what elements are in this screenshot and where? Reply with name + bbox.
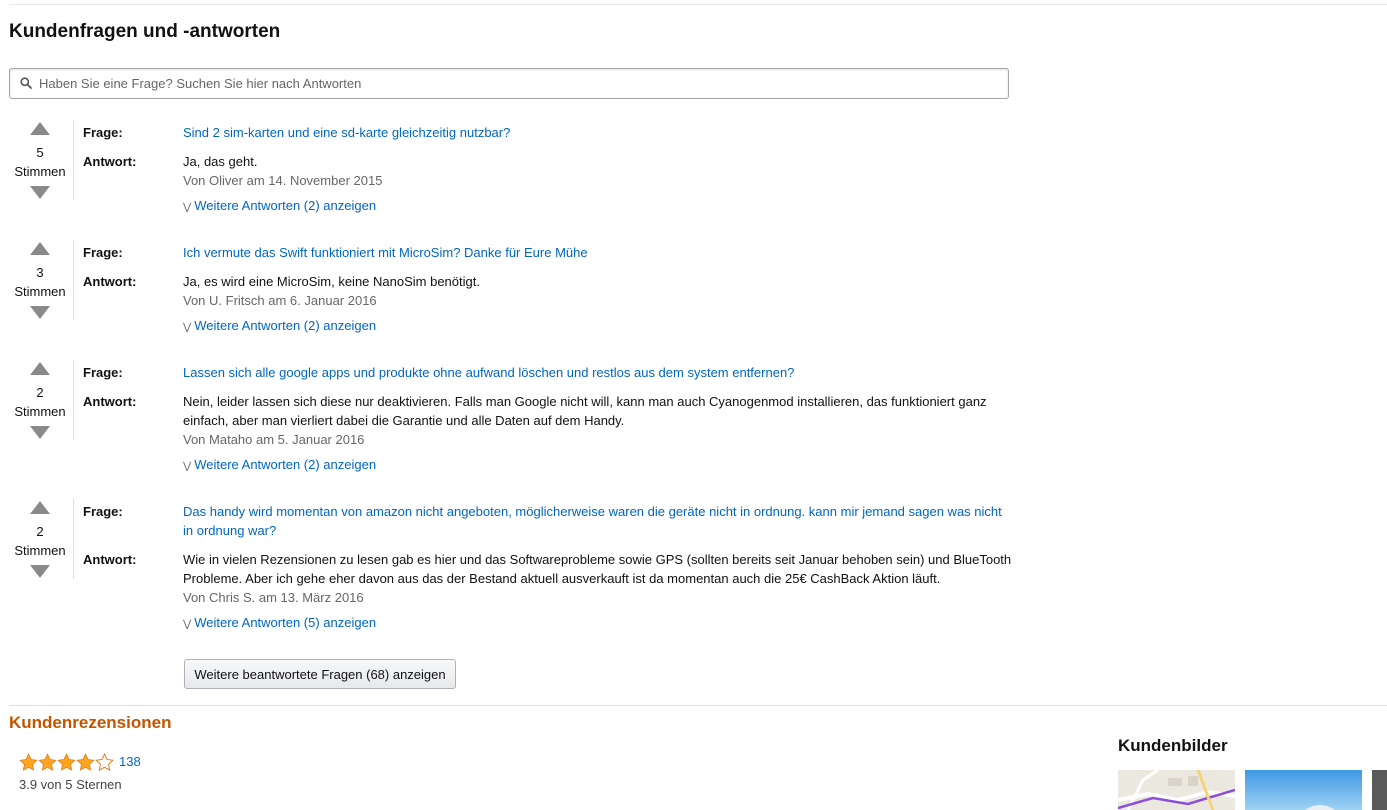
more-answers-link[interactable]: ⋁ Weitere Antworten (2) anzeigen xyxy=(183,318,376,333)
more-answers-link[interactable]: ⋁ Weitere Antworten (5) anzeigen xyxy=(183,615,376,630)
vote-divider xyxy=(73,499,74,579)
answer-text: Wie in vielen Rezensionen zu lesen gab e… xyxy=(183,552,1012,586)
vote-count: 2 xyxy=(36,385,44,400)
star-empty-icon xyxy=(95,753,114,771)
more-answers-label: Weitere Antworten (2) anzeigen xyxy=(194,457,377,472)
search-icon xyxy=(20,77,32,89)
more-questions-button[interactable]: Weitere beantwortete Fragen (68) anzeige… xyxy=(184,659,456,689)
section-divider xyxy=(9,705,1387,706)
qa-search-box[interactable] xyxy=(9,68,1009,99)
star-filled-icon xyxy=(38,753,57,771)
upvote-arrow-icon[interactable] xyxy=(30,242,50,255)
upvote-arrow-icon[interactable] xyxy=(30,122,50,135)
downvote-arrow-icon[interactable] xyxy=(30,186,50,199)
more-answers-label: Weitere Antworten (2) anzeigen xyxy=(194,198,377,213)
vote-divider xyxy=(73,120,74,200)
vote-widget: 2 Stimmen xyxy=(9,360,71,439)
answer-label: Antwort: xyxy=(83,274,137,289)
chevron-down-icon: ⋁ xyxy=(183,619,192,630)
answer-author-date: Von U. Fritsch am 6. Januar 2016 xyxy=(183,293,377,308)
star-filled-icon xyxy=(19,753,38,771)
qa-section-title: Kundenfragen und -antworten xyxy=(9,21,281,42)
answer-author-date: Von Oliver am 14. November 2015 xyxy=(183,173,383,188)
more-answers-link[interactable]: ⋁ Weitere Antworten (2) anzeigen xyxy=(183,457,376,472)
answer-text: Nein, leider lassen sich diese nur deakt… xyxy=(183,394,987,428)
chevron-down-icon: ⋁ xyxy=(183,202,192,213)
question-link[interactable]: Ich vermute das Swift funktioniert mit M… xyxy=(183,245,588,260)
downvote-arrow-icon[interactable] xyxy=(30,306,50,319)
vote-divider xyxy=(73,360,74,440)
qa-item: 2 Stimmen Frage: Das handy wird momentan… xyxy=(9,499,1012,635)
vote-widget: 5 Stimmen xyxy=(9,120,71,199)
vote-label: Stimmen xyxy=(14,164,66,179)
vote-count: 5 xyxy=(36,145,44,160)
question-link[interactable]: Lassen sich alle google apps und produkt… xyxy=(183,365,794,380)
question-label: Frage: xyxy=(83,365,123,380)
customer-images-title: Kundenbilder xyxy=(1118,736,1228,755)
question-label: Frage: xyxy=(83,125,123,140)
top-divider xyxy=(9,4,1387,5)
question-link[interactable]: Sind 2 sim-karten und eine sd-karte glei… xyxy=(183,125,510,140)
qa-search-input[interactable] xyxy=(39,69,999,98)
star-filled-icon xyxy=(57,753,76,771)
answer-author-date: Von Mataho am 5. Januar 2016 xyxy=(183,432,365,447)
sky-photo-image xyxy=(1245,770,1362,810)
upvote-arrow-icon[interactable] xyxy=(30,362,50,375)
map-image xyxy=(1118,770,1235,810)
vote-count: 3 xyxy=(36,265,44,280)
answer-author-date: Von Chris S. am 13. März 2016 xyxy=(183,590,364,605)
vote-label: Stimmen xyxy=(14,284,66,299)
reviews-section-title: Kundenrezensionen xyxy=(9,713,172,732)
qa-item: 3 Stimmen Frage: Ich vermute das Swift f… xyxy=(9,240,1009,333)
answer-label: Antwort: xyxy=(83,154,137,169)
customer-image-thumbnail[interactable] xyxy=(1372,770,1387,810)
vote-widget: 3 Stimmen xyxy=(9,240,71,319)
downvote-arrow-icon[interactable] xyxy=(30,426,50,439)
more-answers-link[interactable]: ⋁ Weitere Antworten (2) anzeigen xyxy=(183,198,376,213)
upvote-arrow-icon[interactable] xyxy=(30,501,50,514)
qa-item: 2 Stimmen Frage: Lassen sich alle google… xyxy=(9,360,1009,472)
vote-divider xyxy=(73,240,74,320)
answer-text: Ja, das geht. xyxy=(183,154,258,169)
answer-label: Antwort: xyxy=(83,552,137,567)
vote-widget: 2 Stimmen xyxy=(9,499,71,578)
star-filled-icon xyxy=(76,753,95,771)
question-label: Frage: xyxy=(83,504,123,519)
chevron-down-icon: ⋁ xyxy=(183,461,192,472)
question-label: Frage: xyxy=(83,245,123,260)
question-link[interactable]: Das handy wird momentan von amazon nicht… xyxy=(183,504,1002,538)
answer-text: Ja, es wird eine MicroSim, keine NanoSim… xyxy=(183,274,480,289)
vote-label: Stimmen xyxy=(14,404,66,419)
review-count-link[interactable]: 138 xyxy=(119,754,141,769)
more-answers-label: Weitere Antworten (5) anzeigen xyxy=(194,615,377,630)
vote-label: Stimmen xyxy=(14,543,66,558)
customer-image-thumbnail[interactable] xyxy=(1118,770,1235,810)
customer-image-thumbnail[interactable] xyxy=(1245,770,1362,810)
answer-label: Antwort: xyxy=(83,394,137,409)
more-answers-label: Weitere Antworten (2) anzeigen xyxy=(194,318,377,333)
average-rating-text: 3.9 von 5 Sternen xyxy=(19,777,122,792)
qa-item: 5 Stimmen Frage: Sind 2 sim-karten und e… xyxy=(9,120,1009,213)
vote-count: 2 xyxy=(36,524,44,539)
chevron-down-icon: ⋁ xyxy=(183,322,192,333)
downvote-arrow-icon[interactable] xyxy=(30,565,50,578)
